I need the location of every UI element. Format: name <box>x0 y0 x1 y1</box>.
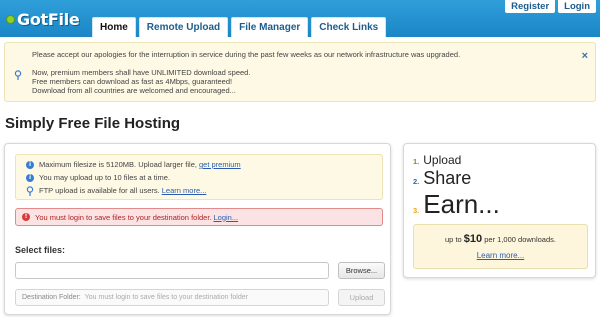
get-premium-link[interactable]: get premium <box>199 160 241 169</box>
destination-folder-label: Destination Folder: <box>22 294 81 301</box>
service-notice: Please accept our apologies for the inte… <box>4 42 596 102</box>
pin-icon <box>14 70 22 80</box>
close-icon[interactable]: × <box>582 51 588 62</box>
promo-rate: up to $10 per 1,000 downloads. <box>414 233 587 245</box>
step-label: Earn... <box>423 189 500 219</box>
login-link[interactable]: Login... <box>214 213 239 222</box>
ftp-learn-more-link[interactable]: Learn more... <box>162 186 207 195</box>
login-warning: ! You must login to save files to your d… <box>15 208 383 226</box>
upload-panel: i Maximum filesize is 5120MB. Upload lar… <box>4 143 391 315</box>
info-row-ftp: FTP upload is available for all users. L… <box>26 185 206 196</box>
notice-line-free: Free members can download as fast as 4Mb… <box>32 77 233 86</box>
tab-check-links[interactable]: Check Links <box>311 17 387 37</box>
main-nav: Home Remote Upload File Manager Check Li… <box>92 17 389 37</box>
tab-home[interactable]: Home <box>92 17 136 37</box>
step-upload: 1. Upload <box>413 153 461 167</box>
login-button[interactable]: Login <box>558 0 596 13</box>
promo-link-row: Learn more... <box>414 251 587 260</box>
step-share: 2. Share <box>413 168 471 189</box>
site-header: GotFile Home Remote Upload File Manager … <box>0 0 600 37</box>
step-label: Share <box>423 168 472 188</box>
step-number: 1. <box>413 157 420 166</box>
info-icon: i <box>26 160 34 169</box>
page-title: Simply Free File Hosting <box>5 115 181 132</box>
earnings-promo: up to $10 per 1,000 downloads. Learn mor… <box>413 224 588 269</box>
register-button[interactable]: Register <box>505 0 556 13</box>
step-label: Upload <box>423 153 462 167</box>
notice-line-countries: Download from all countries are welcomed… <box>32 86 236 95</box>
pin-icon <box>26 185 34 196</box>
info-row-filesize: i Maximum filesize is 5120MB. Upload lar… <box>26 159 241 170</box>
earn-learn-more-link[interactable]: Learn more... <box>477 251 525 260</box>
select-files-label: Select files: <box>15 245 66 255</box>
gotfile-logo[interactable]: GotFile <box>6 8 80 30</box>
info-ftp-text: FTP upload is available for all users. <box>39 186 160 195</box>
upload-info-box: i Maximum filesize is 5120MB. Upload lar… <box>15 154 383 200</box>
notice-line-apology: Please accept our apologies for the inte… <box>32 50 461 59</box>
logo-text: GotFile <box>17 9 80 29</box>
steps-panel: 1. Upload 2. Share 3. Earn... up to $10 … <box>403 143 596 278</box>
tab-file-manager[interactable]: File Manager <box>231 17 309 37</box>
promo-amount: $10 <box>463 233 483 245</box>
info-icon: i <box>26 173 34 182</box>
notice-line-premium: Now, premium members shall have UNLIMITE… <box>32 68 251 77</box>
tab-remote-upload[interactable]: Remote Upload <box>138 17 229 37</box>
logo-dot-icon <box>6 14 15 24</box>
step-number: 2. <box>413 177 420 186</box>
info-row-files: i You may upload up to 10 files at a tim… <box>26 172 170 183</box>
warning-text: You must login to save files to your des… <box>35 212 212 222</box>
promo-suffix: per 1,000 downloads. <box>484 235 556 244</box>
destination-folder-field[interactable]: Destination Folder: You must login to sa… <box>15 289 329 306</box>
upload-button[interactable]: Upload <box>338 289 385 306</box>
info-filesize-text: Maximum filesize is 5120MB. Upload large… <box>39 160 197 169</box>
file-path-input[interactable] <box>15 262 329 279</box>
step-earn: 3. Earn... <box>413 189 500 220</box>
destination-folder-placeholder: You must login to save files to your des… <box>84 294 248 301</box>
step-number: 3. <box>413 206 420 215</box>
info-files-text: You may upload up to 10 files at a time. <box>39 173 171 182</box>
auth-links: Register Login <box>502 0 596 13</box>
warning-icon: ! <box>22 213 30 221</box>
promo-prefix: up to <box>445 235 462 244</box>
browse-button[interactable]: Browse... <box>338 262 385 279</box>
